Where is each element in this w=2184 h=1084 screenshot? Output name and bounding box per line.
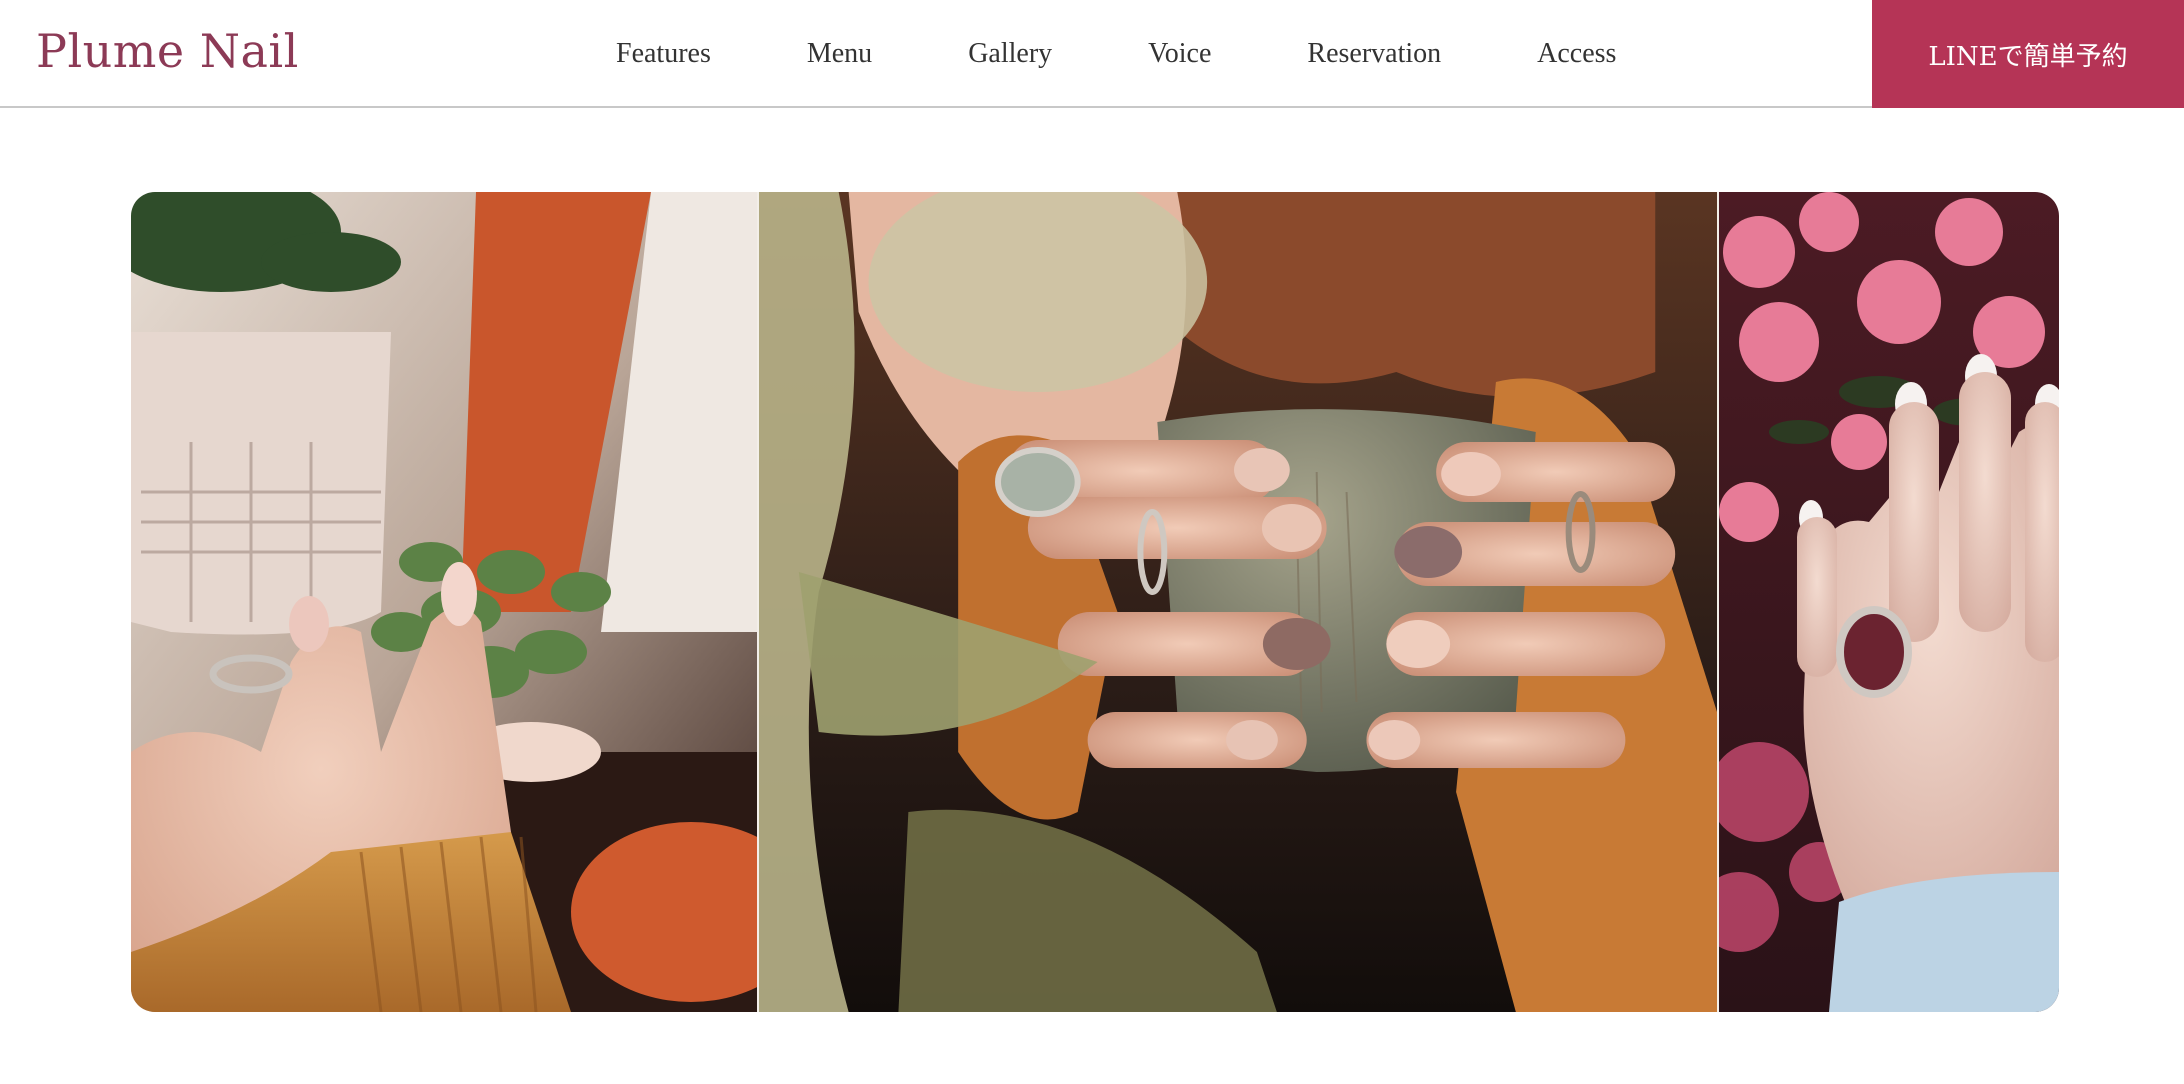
nav-item-access[interactable]: Access [1489,38,1664,70]
hands-cup-image [759,192,1717,1012]
nav-item-gallery[interactable]: Gallery [920,38,1100,70]
main-nav: Features Menu Gallery Voice Reservation … [568,0,1664,108]
nav-item-reservation[interactable]: Reservation [1259,38,1489,70]
nav-item-voice[interactable]: Voice [1100,38,1259,70]
hero-photo-hand-plants [131,192,757,1012]
line-reservation-button[interactable]: LINEで簡単予約 [1872,0,2184,108]
hero-gallery [131,192,2059,1012]
hero-photo-hands-cup [757,192,1719,1012]
hand-flowers-image [1719,192,2059,1012]
nav-item-features[interactable]: Features [568,38,759,70]
nav-item-menu[interactable]: Menu [759,38,920,70]
hand-plants-image [131,192,757,1012]
site-header: Plume Nail Features Menu Gallery Voice R… [0,0,2184,108]
brand-logo[interactable]: Plume Nail [36,24,299,78]
hero-photo-hand-flowers [1719,192,2059,1012]
